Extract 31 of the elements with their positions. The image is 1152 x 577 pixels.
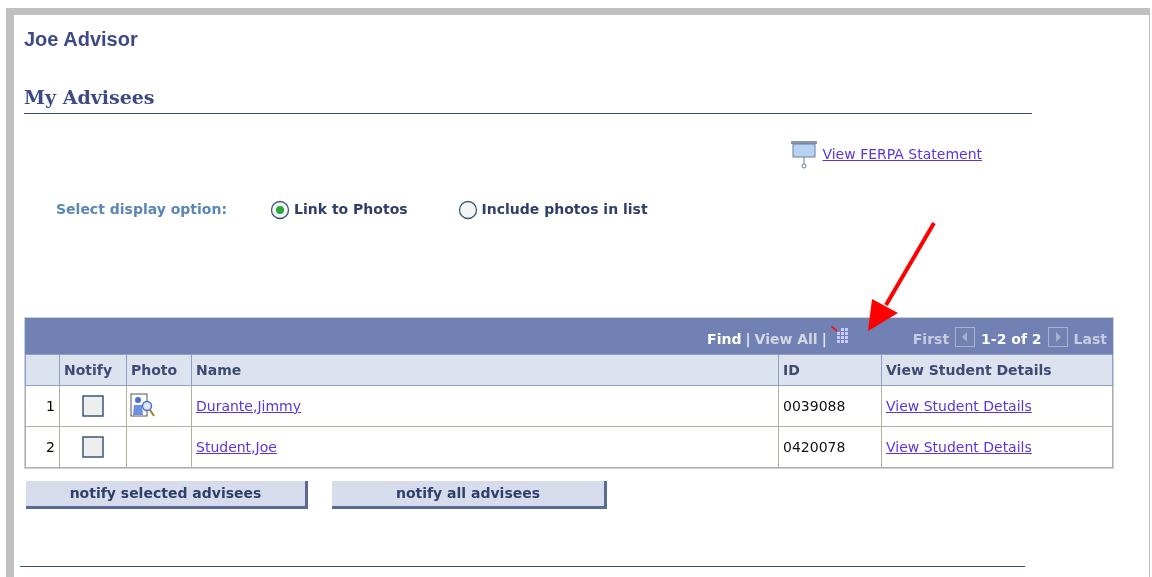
checkbox[interactable] [82, 436, 104, 458]
column-header: ID [783, 361, 800, 378]
column-header: Name [196, 361, 242, 378]
projector-screen-icon [790, 139, 819, 169]
student-name-link[interactable]: Student,Joe [196, 438, 277, 455]
next-icon [1047, 327, 1068, 347]
checkbox[interactable] [82, 395, 104, 417]
previous-icon [955, 327, 976, 347]
column-header: Photo [131, 361, 178, 378]
student-id: 0420078 [783, 438, 846, 455]
section-title: My Advisees [24, 85, 155, 109]
radio-label[interactable]: Include photos in list [481, 199, 648, 220]
radio-label[interactable]: Link to Photos [294, 199, 408, 220]
column-header: View Student Details [886, 361, 1052, 378]
student-name-link[interactable]: Durante,Jimmy [196, 397, 301, 414]
column-header: Notify [64, 361, 113, 378]
separator: | [745, 330, 751, 350]
student-photo-icon[interactable] [130, 393, 156, 419]
find-link[interactable]: Find [707, 329, 742, 350]
display-option-label: Select display option: [56, 200, 228, 219]
user-name: Joe Advisor [24, 27, 138, 51]
radio-button[interactable] [457, 199, 478, 220]
row-number: 2 [46, 438, 55, 455]
notify-button[interactable]: notify selected advisees [26, 481, 308, 509]
page-range: 1-2 of 2 [981, 330, 1042, 349]
radio-button[interactable] [270, 199, 291, 220]
student-id: 0039088 [783, 397, 846, 414]
separator: | [821, 330, 827, 350]
notify-button[interactable]: notify all advisees [332, 481, 607, 509]
row-number: 1 [46, 397, 55, 414]
ferpa-link[interactable]: View FERPA Statement [822, 143, 982, 165]
